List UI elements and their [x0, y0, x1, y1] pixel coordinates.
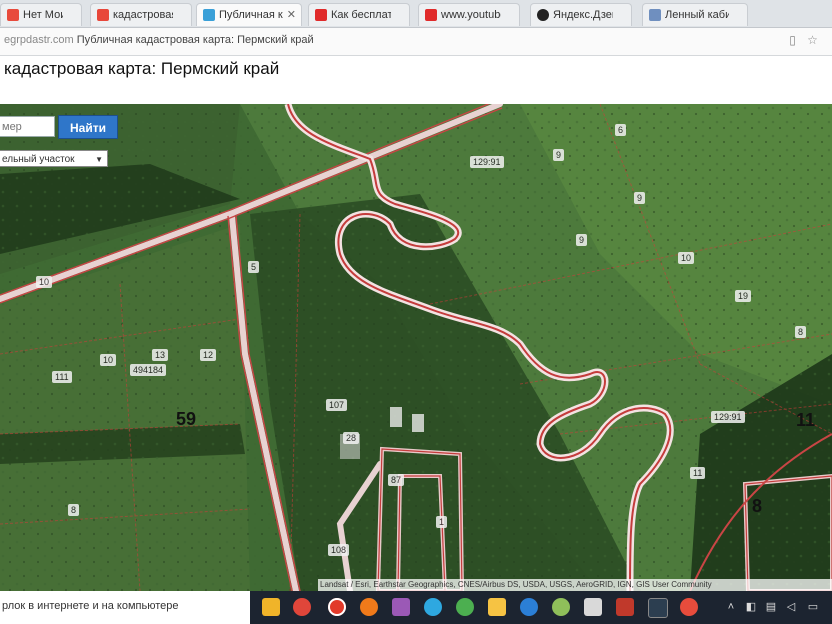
app-icon-13[interactable] [648, 598, 668, 618]
parcel-label[interactable]: 8 [795, 326, 807, 338]
url-page-title: Публичная кадастровая карта: Пермский кр… [76, 34, 314, 46]
tab-close-icon[interactable]: ✕ [287, 4, 296, 26]
chevron-down-icon: ▼ [95, 155, 103, 164]
parcel-label[interactable]: 9 [576, 234, 588, 246]
parcel-label[interactable]: 111 [52, 371, 72, 383]
parcel-label[interactable]: 10 [100, 354, 117, 366]
parcel-label[interactable]: 10 [678, 252, 695, 264]
cadastral-map[interactable]: мер Найти ельный участок ▼ 129:91 6 9 9 … [0, 104, 832, 591]
parcel-label[interactable]: 10 [36, 276, 53, 288]
app-icon-6[interactable] [424, 598, 442, 616]
edge-icon[interactable] [520, 598, 538, 616]
parcel-label[interactable]: 129:91 [470, 156, 504, 168]
tab-favicon-icon [649, 9, 661, 21]
quarter-number-label: 11 [796, 410, 816, 430]
tab-label: Как бесплатно [331, 9, 391, 21]
status-text: рлок в интернете и на компьютере [0, 591, 250, 624]
parcel-label[interactable]: 5 [248, 261, 260, 273]
yandex-browser-icon[interactable] [328, 598, 346, 616]
parcel-label[interactable]: 19 [735, 290, 752, 302]
volume-icon[interactable]: ◁ [784, 600, 798, 614]
parcel-label[interactable]: 1 [436, 516, 448, 528]
url-text[interactable]: egrpdastr.com Публичная кадастровая карт… [4, 34, 314, 46]
parcel-label[interactable]: 28 [343, 432, 360, 444]
browser-tab-bar: Нет Моих Жн кадастровая карта Публичная … [0, 0, 832, 28]
tab-label: www.youtube.co [441, 9, 501, 21]
page-title: кадастровая карта: Пермский край [4, 59, 280, 78]
parcel-label[interactable]: 6 [615, 124, 627, 136]
app-icon-8[interactable] [488, 598, 506, 616]
object-type-value: ельный участок [2, 154, 75, 165]
url-host: egrpdastr.com [4, 34, 74, 46]
search-button[interactable]: Найти [58, 115, 118, 139]
page-header: кадастровая карта: Пермский край [0, 56, 832, 104]
map-attribution: Landsat / Esri, Earthstar Geographics, C… [318, 579, 832, 591]
tab-favicon-icon [425, 9, 437, 21]
windows-taskbar: ˄ ◧ ▤ ◁ ▭ [250, 591, 832, 624]
tab-label: кадастровая карта [113, 9, 173, 21]
filezilla-icon[interactable] [616, 598, 634, 616]
parcel-label[interactable]: 11 [690, 467, 706, 479]
notifications-icon[interactable]: ▭ [806, 600, 820, 614]
parcel-label[interactable]: 9 [634, 192, 646, 204]
tab-favicon-icon [97, 9, 109, 21]
bookmark-star-icon[interactable]: ☆ [806, 34, 819, 47]
search-input[interactable]: мер [0, 116, 55, 137]
app-icon-10[interactable] [552, 598, 570, 616]
parcel-label[interactable]: 129:91 [711, 411, 745, 423]
app-icon-11[interactable] [584, 598, 602, 616]
reader-mode-icon[interactable]: ▯ [786, 34, 799, 47]
tab-label: Яндекс.Дзен [553, 9, 613, 21]
browser-tab-2[interactable]: кадастровая карта [90, 3, 192, 26]
browser-tab-active[interactable]: Публичная ка ✕ [196, 3, 302, 26]
quarter-number-label: 8 [752, 496, 763, 516]
browser-tab-5[interactable]: www.youtube.co [418, 3, 520, 26]
firefox-icon[interactable] [360, 598, 378, 616]
parcel-label[interactable]: 9 [553, 149, 565, 161]
browser-tab-7[interactable]: Ленный кабин [642, 3, 748, 26]
address-bar[interactable]: egrpdastr.com Публичная кадастровая карт… [0, 28, 832, 56]
parcel-label[interactable]: 87 [388, 474, 405, 486]
satellite-imagery [0, 104, 832, 591]
tray-app-icon[interactable]: ◧ [744, 600, 758, 614]
parcel-label[interactable]: 494184 [130, 364, 167, 376]
app-icon-5[interactable] [392, 598, 410, 616]
folder-icon[interactable] [262, 598, 280, 616]
app-icon-14[interactable] [680, 598, 698, 616]
object-type-select[interactable]: ельный участок ▼ [0, 150, 108, 167]
tab-label: Ленный кабин [665, 9, 729, 21]
browser-tab-4[interactable]: Как бесплатно [308, 3, 410, 26]
tab-favicon-icon [7, 9, 19, 21]
quarter-number-label: 59 [176, 409, 197, 429]
parcel-label[interactable]: 12 [200, 349, 217, 361]
network-icon[interactable]: ▤ [764, 600, 778, 614]
tab-favicon-icon [203, 9, 215, 21]
parcel-label[interactable]: 13 [152, 349, 169, 361]
tab-favicon-icon [315, 9, 327, 21]
tab-favicon-icon [537, 9, 549, 21]
browser-tab-1[interactable]: Нет Моих Жн [0, 3, 82, 26]
tab-label: Публичная ка [219, 9, 283, 21]
parcel-label[interactable]: 107 [326, 399, 348, 411]
browser-tab-6[interactable]: Яндекс.Дзен [530, 3, 632, 26]
chrome-icon[interactable] [293, 598, 311, 616]
tray-up-arrow-icon[interactable]: ˄ [724, 600, 738, 614]
parcel-label[interactable]: 8 [68, 504, 80, 516]
app-icon-7[interactable] [456, 598, 474, 616]
tab-label: Нет Моих Жн [23, 9, 63, 21]
parcel-label[interactable]: 108 [328, 544, 350, 556]
